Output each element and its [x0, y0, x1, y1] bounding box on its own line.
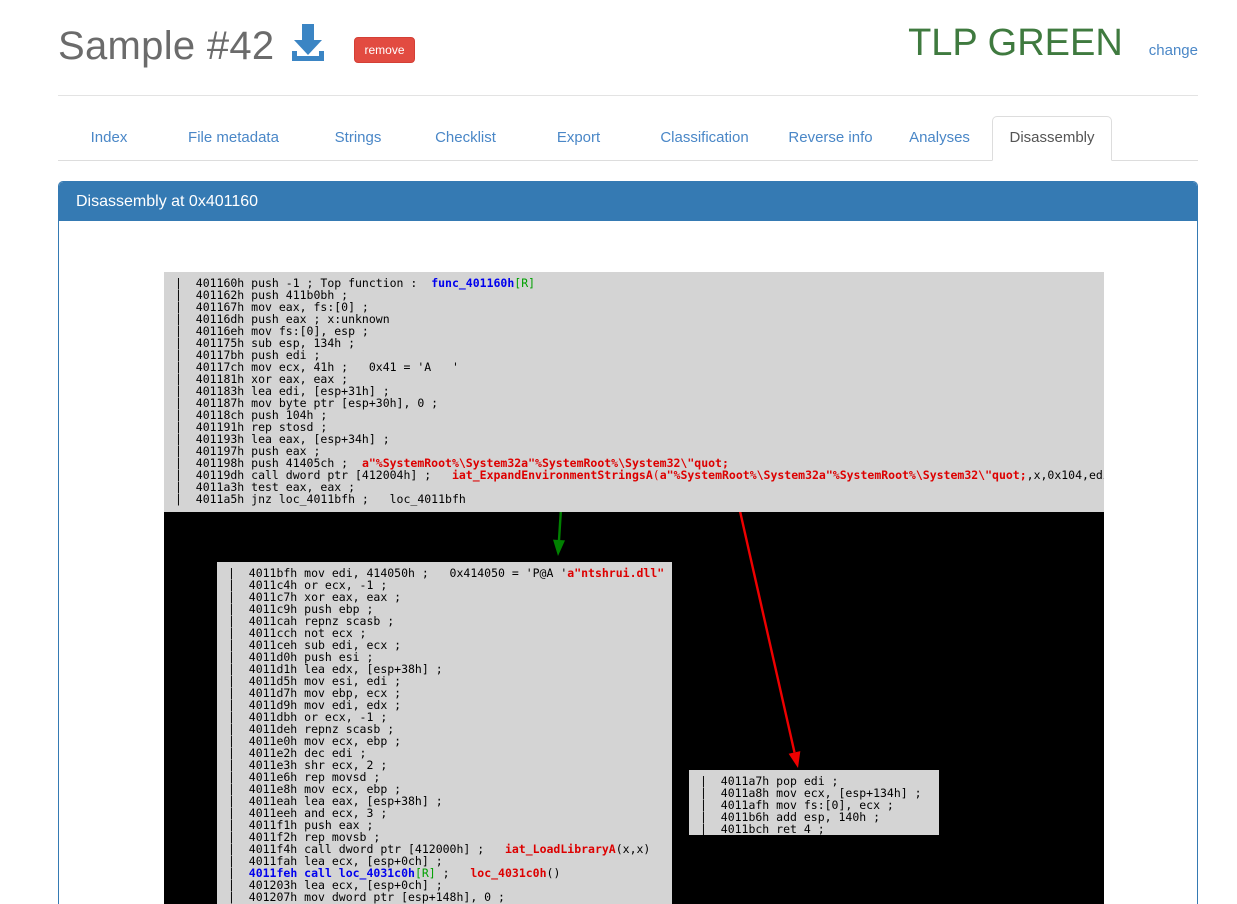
tab-index[interactable]: Index: [58, 116, 160, 160]
tab-bar: Index File metadata Strings Checklist Export…: [58, 116, 1198, 161]
edge-true-green-arrowhead: [553, 539, 565, 556]
edge-false-red-arrowhead: [788, 751, 801, 768]
tab-classification[interactable]: Classification: [635, 116, 774, 160]
tab-analyses[interactable]: Analyses: [887, 116, 992, 160]
disasm-block-401160[interactable]: | 401160h push -1 ; Top function : func_…: [164, 272, 1104, 512]
tab-export[interactable]: Export: [522, 116, 635, 160]
page-header: Sample #42 remove TLP GREEN change: [58, 0, 1198, 96]
panel-body: | 401160h push -1 ; Top function : func_…: [59, 221, 1197, 904]
sample-title-group: Sample #42 remove: [58, 22, 415, 69]
tab-strings[interactable]: Strings: [307, 116, 409, 160]
disasm-line[interactable]: | 4011bch ret 4 ;: [689, 823, 939, 835]
disassembly-panel: Disassembly at 0x401160 | 401160h push -…: [58, 181, 1198, 904]
disassembly-graph-canvas[interactable]: | 401160h push -1 ; Top function : func_…: [164, 272, 1104, 904]
tlp-status-badge: TLP GREEN: [908, 22, 1123, 64]
disasm-line[interactable]: | 4011a5h jnz loc_4011bfh ; loc_4011bfh: [164, 493, 1104, 505]
remove-button[interactable]: remove: [354, 36, 415, 63]
page-title: Sample #42: [58, 23, 275, 68]
download-icon[interactable]: [288, 22, 328, 69]
panel-title: Disassembly at 0x401160: [59, 182, 1197, 221]
tab-reverse-info[interactable]: Reverse info: [774, 116, 887, 160]
disasm-block-4011a7[interactable]: | 4011a7h pop edi ; | 4011a8h mov ecx, [e…: [689, 770, 939, 835]
tab-file-metadata[interactable]: File metadata: [160, 116, 307, 160]
tlp-group: TLP GREEN change: [908, 24, 1198, 62]
page-root: Sample #42 remove TLP GREEN change Index…: [0, 0, 1237, 904]
tab-checklist[interactable]: Checklist: [409, 116, 522, 160]
change-tlp-link[interactable]: change: [1149, 42, 1198, 59]
disasm-block-4011bf[interactable]: | 4011bfh mov edi, 414050h ; 0x414050 = …: [217, 562, 672, 904]
tab-disassembly[interactable]: Disassembly: [992, 116, 1112, 161]
